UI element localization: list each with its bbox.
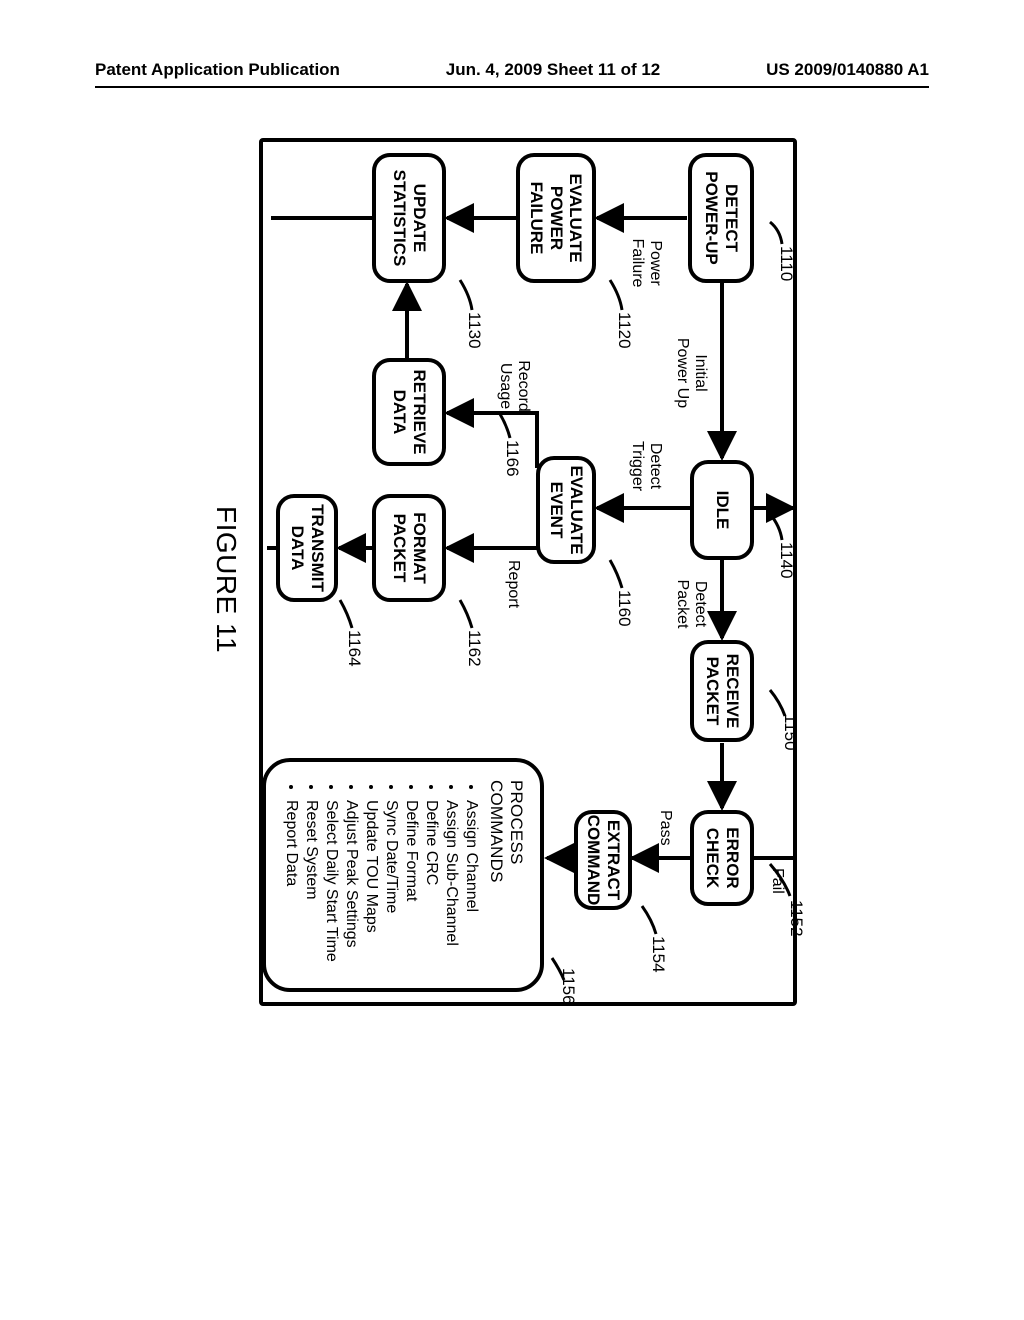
list-item: Reset System <box>302 800 320 972</box>
node-label: EVALUATEEVENT <box>546 465 585 554</box>
node-evaluate-event: EVALUATEEVENT <box>536 456 596 564</box>
ref-1166: 1166 <box>502 440 522 477</box>
node-detect-power-up: DETECTPOWER-UP <box>688 153 754 283</box>
ref-1140: 1140 <box>776 542 796 579</box>
ref-1120: 1120 <box>614 312 634 349</box>
edge-power-failure: PowerFailure <box>628 228 664 298</box>
page: Patent Application Publication Jun. 4, 2… <box>0 0 1024 1320</box>
ref-1110: 1110 <box>776 246 796 281</box>
node-format-packet: FORMATPACKET <box>372 494 446 602</box>
node-label: IDLE <box>712 491 732 530</box>
node-label: UPDATESTATISTICS <box>389 170 428 267</box>
edge-report: Report <box>504 560 522 630</box>
header-left: Patent Application Publication <box>95 60 340 80</box>
ref-1150: 1150 <box>780 714 800 751</box>
ref-1162: 1162 <box>464 630 484 667</box>
list-item: Assign Sub-Channel <box>442 800 460 972</box>
node-label: TRANSMITDATA <box>287 504 326 592</box>
header-center: Jun. 4, 2009 Sheet 11 of 12 <box>446 60 661 80</box>
ref-1160: 1160 <box>614 590 634 627</box>
header-right: US 2009/0140880 A1 <box>766 60 929 80</box>
list-item: Sync Date/Time <box>382 800 400 972</box>
process-commands-list: Assign Channel Assign Sub-Channel Define… <box>282 780 480 972</box>
list-item: Define Format <box>402 800 420 972</box>
list-item: Report Data <box>282 800 300 972</box>
list-item: Assign Channel <box>462 800 480 972</box>
edge-fail: Fail <box>768 868 786 908</box>
node-error-check: ERRORCHECK <box>690 810 754 906</box>
node-label: EVALUATEPOWERFAILURE <box>527 173 586 262</box>
node-receive-packet: RECEIVEPACKET <box>690 640 754 742</box>
node-label: DETECTPOWER-UP <box>701 171 740 265</box>
node-label: FORMATPACKET <box>389 512 428 583</box>
list-item: Adjust Peak Settings <box>342 800 360 972</box>
list-item: Select Daily Start Time <box>322 800 340 972</box>
node-label: EXTRACTCOMMAND <box>583 815 622 906</box>
edge-initial-powerup: InitialPower Up <box>673 318 709 428</box>
edge-pass: Pass <box>656 810 674 860</box>
ref-1156: 1156 <box>558 968 578 1005</box>
page-header: Patent Application Publication Jun. 4, 2… <box>95 60 929 88</box>
node-label: ERRORCHECK <box>702 827 741 888</box>
edge-detect-packet: DetectPacket <box>673 564 709 644</box>
node-retrieve-data: RETRIEVEDATA <box>372 358 446 466</box>
figure-11: DETECTPOWER-UP EVALUATEPOWERFAILURE UPDA… <box>192 128 832 1028</box>
ref-1154: 1154 <box>648 936 668 973</box>
node-label: RETRIEVEDATA <box>389 369 428 454</box>
list-item: Update TOU Maps <box>362 800 380 972</box>
ref-1164: 1164 <box>344 630 364 667</box>
process-commands-box: PROCESS COMMANDS Assign Channel Assign S… <box>262 758 544 992</box>
node-label: RECEIVEPACKET <box>702 654 741 729</box>
node-update-statistics: UPDATESTATISTICS <box>372 153 446 283</box>
process-commands-title: PROCESS COMMANDS <box>486 780 526 972</box>
figure-canvas: DETECTPOWER-UP EVALUATEPOWERFAILURE UPDA… <box>192 128 832 1028</box>
ref-1130: 1130 <box>464 312 484 349</box>
node-idle: IDLE <box>690 460 754 560</box>
ref-1152: 1152 <box>786 900 806 937</box>
list-item: Define CRC <box>422 800 440 972</box>
edge-detect-trigger: DetectTrigger <box>628 426 664 506</box>
edge-record-usage: RecordUsage <box>496 346 532 426</box>
figure-caption: FIGURE 11 <box>210 506 242 653</box>
node-evaluate-power-failure: EVALUATEPOWERFAILURE <box>516 153 596 283</box>
node-extract-command: EXTRACTCOMMAND <box>574 810 632 910</box>
node-transmit-data: TRANSMITDATA <box>276 494 338 602</box>
